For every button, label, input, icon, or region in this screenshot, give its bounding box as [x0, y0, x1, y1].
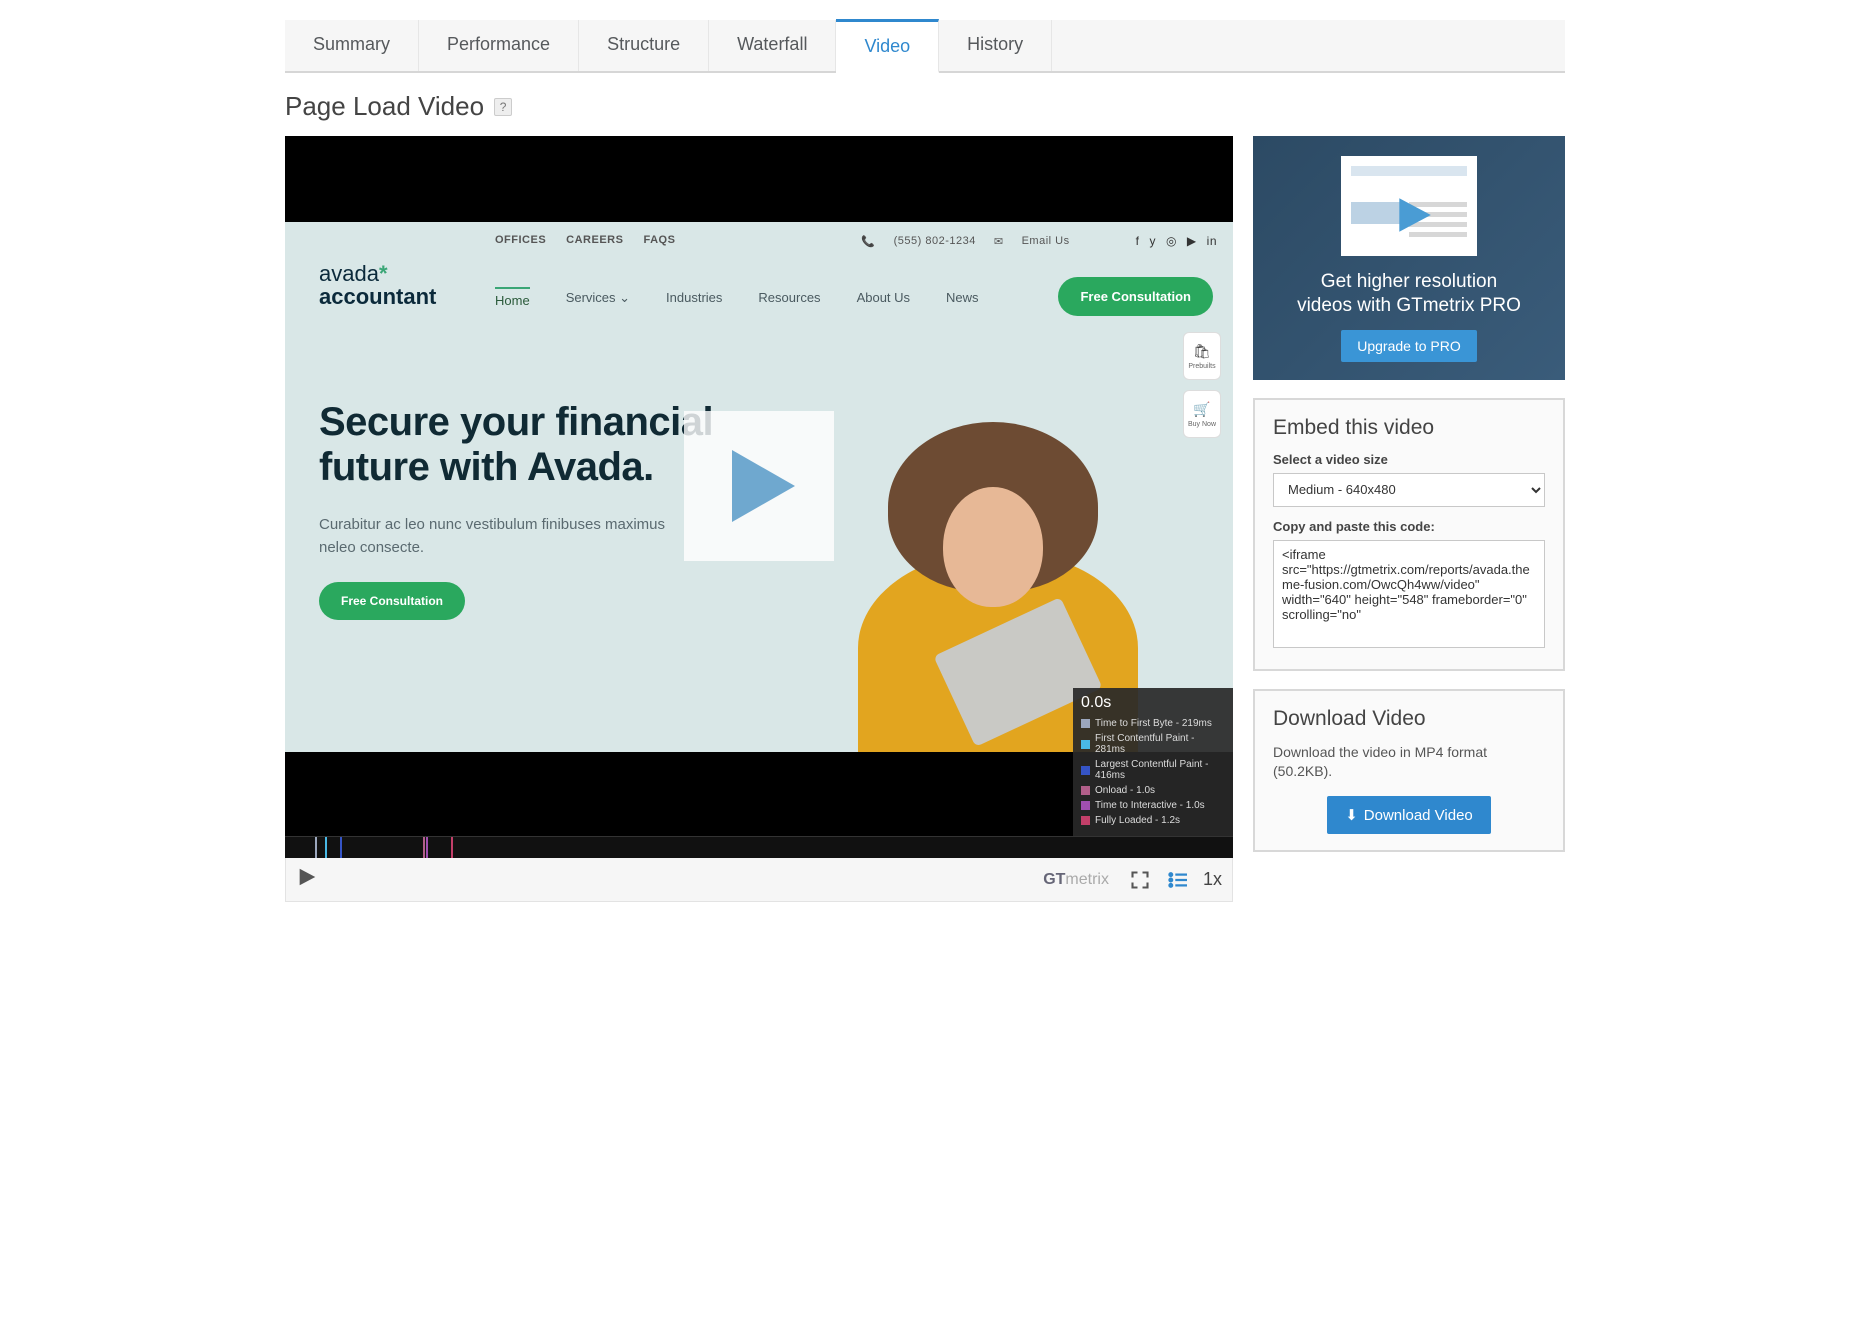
pro-promo-panel: Get higher resolutionvideos with GTmetri… — [1253, 136, 1565, 380]
metric-color-swatch — [1081, 766, 1090, 775]
mock-hero-cta: Free Consultation — [319, 582, 465, 620]
playback-time: 0.0s — [1081, 694, 1225, 712]
player-controls-bar: GTmetrix 1x — [285, 858, 1233, 902]
mock-nav-item: About Us — [857, 290, 910, 311]
mock-phone: (555) 802-1234 — [894, 235, 976, 247]
metrics-legend: 0.0s Time to First Byte - 219ms First Co… — [1073, 688, 1233, 836]
mock-toplink: OFFICES — [495, 234, 546, 248]
metric-color-swatch — [1081, 740, 1090, 749]
promo-text: Get higher resolutionvideos with GTmetri… — [1269, 270, 1549, 318]
metric-color-swatch — [1081, 786, 1090, 795]
social-icon: y — [1149, 234, 1156, 248]
download-heading: Download Video — [1273, 707, 1545, 731]
metric-row: Time to Interactive - 1.0s — [1081, 798, 1225, 813]
mock-hero-sub: Curabitur ac leo nunc vestibulum finibus… — [319, 514, 679, 559]
download-video-button[interactable]: ⬇Download Video — [1327, 796, 1491, 834]
tab-waterfall[interactable]: Waterfall — [709, 20, 836, 71]
metric-color-swatch — [1081, 801, 1090, 810]
social-icon: f — [1136, 234, 1140, 248]
upgrade-pro-button[interactable]: Upgrade to PRO — [1341, 330, 1477, 362]
legend-toggle-button[interactable] — [1163, 865, 1193, 895]
timeline-marker — [325, 837, 327, 858]
mock-toplink: FAQS — [643, 234, 675, 248]
metric-row: Largest Contentful Paint - 416ms — [1081, 757, 1225, 783]
timeline-marker — [423, 837, 425, 858]
metric-row: Time to First Byte - 219ms — [1081, 716, 1225, 731]
play-icon — [1393, 194, 1435, 236]
embed-size-label: Select a video size — [1273, 452, 1545, 467]
metric-row: Onload - 1.0s — [1081, 783, 1225, 798]
metric-row: First Contentful Paint - 281ms — [1081, 731, 1225, 757]
mock-cta: Free Consultation — [1058, 277, 1213, 316]
tab-structure[interactable]: Structure — [579, 20, 709, 71]
download-icon: ⬇ — [1345, 807, 1358, 824]
metric-row: Fully Loaded - 1.2s — [1081, 813, 1225, 828]
download-description: Download the video in MP4 format (50.2KB… — [1273, 743, 1545, 782]
mock-nav-item: News — [946, 290, 979, 311]
timeline-marker — [340, 837, 342, 858]
mock-email: Email Us — [1022, 235, 1070, 247]
tab-history[interactable]: History — [939, 20, 1052, 71]
social-icon: ◎ — [1166, 234, 1177, 248]
embed-code-label: Copy and paste this code: — [1273, 519, 1545, 534]
embed-panel: Embed this video Select a video size Med… — [1253, 398, 1565, 671]
download-panel: Download Video Download the video in MP4… — [1253, 689, 1565, 852]
mock-toplink: CAREERS — [566, 234, 623, 248]
mock-nav-item: Resources — [758, 290, 820, 311]
fullscreen-button[interactable] — [1125, 865, 1155, 895]
social-icon: in — [1207, 234, 1217, 248]
play-icon — [714, 441, 804, 531]
mail-icon: ✉ — [994, 235, 1004, 248]
play-overlay-button[interactable] — [684, 411, 834, 561]
help-icon[interactable]: ? — [494, 98, 512, 116]
timeline-marker — [451, 837, 453, 858]
mock-nav-item: Services ⌄ — [566, 290, 630, 312]
metric-color-swatch — [1081, 719, 1090, 728]
embed-code-textarea[interactable] — [1273, 540, 1545, 648]
tab-video[interactable]: Video — [836, 19, 939, 73]
video-timeline[interactable] — [285, 836, 1233, 858]
promo-thumbnail — [1341, 156, 1477, 256]
embed-size-select[interactable]: Medium - 640x480 — [1273, 473, 1545, 507]
timeline-marker — [315, 837, 317, 858]
page-title: Page Load Video — [285, 91, 484, 122]
metric-color-swatch — [1081, 816, 1090, 825]
gtmetrix-logo: GTmetrix — [1043, 871, 1109, 889]
mock-badge: 🛒Buy Now — [1183, 390, 1221, 438]
mock-nav-item: Home — [495, 287, 530, 314]
play-button[interactable] — [296, 866, 318, 893]
mock-topbar: OFFICES CAREERS FAQS 📞 (555) 802-1234 ✉ … — [495, 234, 1217, 248]
tab-summary[interactable]: Summary — [285, 20, 419, 71]
video-player: OFFICES CAREERS FAQS 📞 (555) 802-1234 ✉ … — [285, 136, 1233, 836]
playback-speed[interactable]: 1x — [1203, 869, 1222, 890]
phone-icon: 📞 — [861, 235, 875, 248]
timeline-marker — [426, 837, 428, 858]
social-icon: ▶ — [1187, 234, 1197, 248]
report-tabs: Summary Performance Structure Waterfall … — [285, 20, 1565, 73]
embed-heading: Embed this video — [1273, 416, 1545, 440]
mock-hero-heading: Secure your financialfuture with Avada. — [319, 400, 713, 490]
mock-badge: 🛍Prebuilts — [1183, 332, 1221, 380]
mock-logo: avada* accountant — [319, 262, 436, 308]
mock-nav: Home Services ⌄ Industries Resources Abo… — [495, 287, 979, 314]
mock-nav-item: Industries — [666, 290, 722, 311]
tab-performance[interactable]: Performance — [419, 20, 579, 71]
